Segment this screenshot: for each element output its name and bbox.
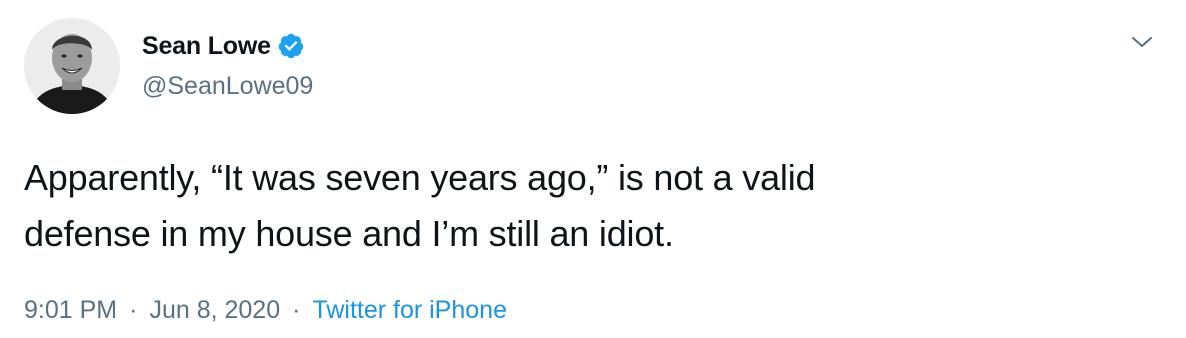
verified-badge-icon (277, 32, 305, 60)
author-display-name[interactable]: Sean Lowe (142, 32, 271, 61)
chevron-down-icon[interactable] (1128, 28, 1156, 56)
tweet-text: Apparently, “It was seven years ago,” is… (24, 150, 1144, 262)
tweet-date[interactable]: Jun 8, 2020 (149, 296, 280, 325)
author-handle[interactable]: @SeanLowe09 (142, 72, 313, 101)
tweet-text-line: defense in my house and I’m still an idi… (24, 213, 674, 254)
tweet-meta: 9:01 PM · Jun 8, 2020 · Twitter for iPho… (24, 296, 507, 325)
meta-separator: · (129, 296, 138, 324)
tweet-source-link[interactable]: Twitter for iPhone (312, 296, 507, 325)
tweet-card: Sean Lowe @SeanLowe09 Apparently, “It wa… (0, 0, 1186, 338)
tweet-text-line: Apparently, “It was seven years ago,” is… (24, 157, 816, 198)
profile-photo-icon (24, 18, 120, 114)
avatar[interactable] (24, 18, 120, 114)
tweet-time[interactable]: 9:01 PM (24, 296, 117, 325)
meta-separator: · (292, 296, 301, 324)
author-name-row[interactable]: Sean Lowe (142, 30, 305, 62)
